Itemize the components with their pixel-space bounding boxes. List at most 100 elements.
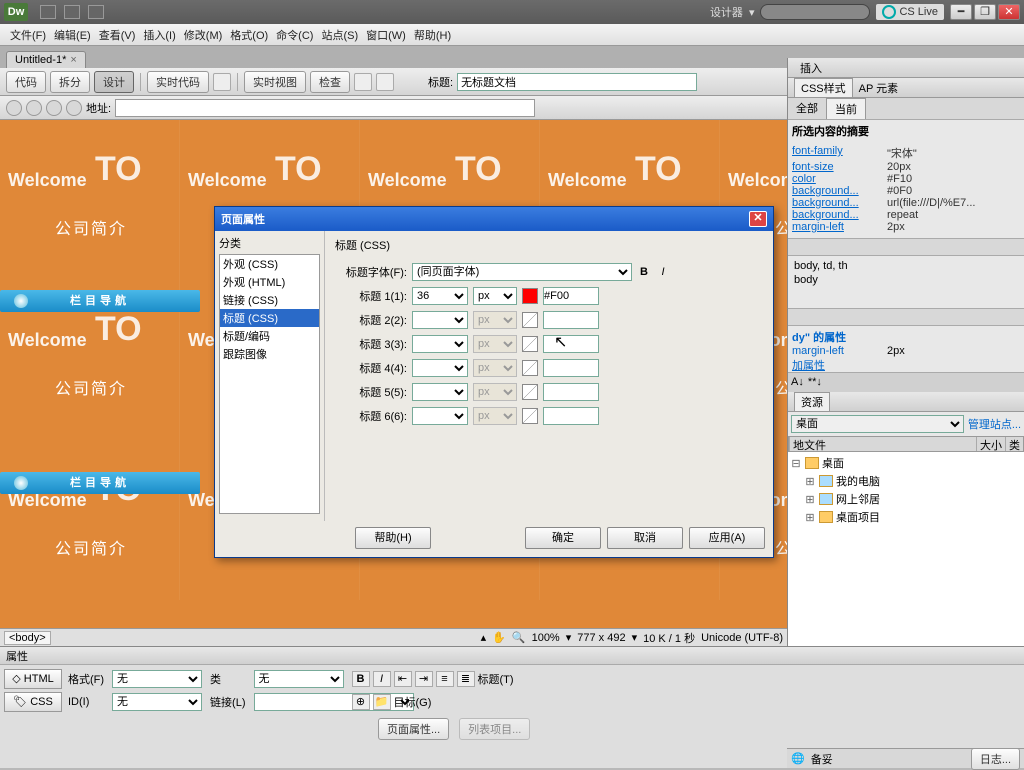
zoom-icon[interactable]: 🔍: [512, 631, 526, 644]
heading-color-input[interactable]: [543, 335, 599, 353]
title-font-select[interactable]: (同页面字体): [412, 263, 632, 281]
heading-size-select[interactable]: [412, 335, 468, 353]
category-item[interactable]: 外观 (CSS): [220, 255, 319, 273]
file-tree[interactable]: ⊟桌面⊞我的电脑⊞网上邻居⊞桌面项目: [788, 452, 1024, 662]
dialog-close-button[interactable]: ✕: [749, 211, 767, 227]
tree-node[interactable]: ⊞我的电脑: [790, 472, 1022, 490]
properties-title[interactable]: 属性: [0, 647, 1024, 665]
heading-color-input[interactable]: [543, 383, 599, 401]
color-swatch[interactable]: [522, 312, 538, 328]
multiscreen-icon[interactable]: [354, 73, 372, 91]
refresh-icon[interactable]: [213, 73, 231, 91]
dimensions[interactable]: 777 x 492: [577, 632, 625, 644]
link-point-icon[interactable]: ⊕: [352, 694, 370, 710]
heading-size-select[interactable]: 36: [412, 287, 468, 305]
menu-edit[interactable]: 编辑(E): [50, 27, 95, 43]
css-current-button[interactable]: 当前: [826, 98, 866, 119]
indent-icon[interactable]: ⇥: [415, 671, 433, 687]
css-mode-button[interactable]: 🏷 CSS: [4, 692, 62, 712]
live-view-button[interactable]: 实时视图: [244, 71, 306, 93]
heading-size-select[interactable]: [412, 359, 468, 377]
insert-panel-tab[interactable]: 插入: [788, 58, 1024, 78]
add-property-link[interactable]: 加属性: [792, 357, 1020, 373]
inspect-button[interactable]: 检查: [310, 71, 350, 93]
home-icon[interactable]: [66, 100, 82, 116]
category-item[interactable]: 链接 (CSS): [220, 291, 319, 309]
bold-icon[interactable]: B: [352, 671, 370, 687]
menu-window[interactable]: 窗口(W): [362, 27, 410, 43]
menu-view[interactable]: 查看(V): [95, 27, 140, 43]
italic-icon[interactable]: I: [373, 671, 391, 687]
layout-switcher[interactable]: [40, 5, 104, 19]
apply-button[interactable]: 应用(A): [689, 527, 765, 549]
category-item[interactable]: 标题/编码: [220, 327, 319, 345]
code-view-button[interactable]: 代码: [6, 71, 46, 93]
cslive-button[interactable]: CS Live: [876, 4, 944, 20]
live-code-button[interactable]: 实时代码: [147, 71, 209, 93]
category-item[interactable]: 外观 (HTML): [220, 273, 319, 291]
heading-size-select[interactable]: [412, 383, 468, 401]
assets-tab[interactable]: 资源: [794, 392, 830, 411]
hand-icon[interactable]: ✋: [492, 631, 506, 644]
menu-modify[interactable]: 修改(M): [180, 27, 227, 43]
split-view-button[interactable]: 拆分: [50, 71, 90, 93]
heading-size-select[interactable]: [412, 311, 468, 329]
category-list[interactable]: 外观 (CSS)外观 (HTML)链接 (CSS)标题 (CSS)标题/编码跟踪…: [219, 254, 320, 514]
heading-unit-select[interactable]: px: [473, 287, 517, 305]
close-icon[interactable]: ×: [70, 54, 76, 66]
pointer-icon[interactable]: ▴: [481, 631, 487, 644]
design-view-button[interactable]: 设计: [94, 71, 134, 93]
tree-node[interactable]: ⊞网上邻居: [790, 490, 1022, 508]
menu-file[interactable]: 文件(F): [6, 27, 50, 43]
color-swatch[interactable]: [522, 360, 538, 376]
cancel-button[interactable]: 取消: [607, 527, 683, 549]
stop-icon[interactable]: [46, 100, 62, 116]
ul-icon[interactable]: ≡: [436, 671, 454, 687]
ap-elements-tab[interactable]: AP 元素: [853, 79, 905, 97]
globe-icon[interactable]: 🌐: [791, 752, 805, 765]
italic-icon[interactable]: I: [656, 266, 670, 278]
heading-size-select[interactable]: [412, 407, 468, 425]
ok-button[interactable]: 确定: [525, 527, 601, 549]
css-mini-toolbar[interactable]: [788, 238, 1024, 256]
css-styles-tab[interactable]: CSS样式: [794, 78, 853, 97]
page-properties-button[interactable]: 页面属性...: [378, 718, 449, 740]
tree-node[interactable]: ⊟桌面: [790, 454, 1022, 472]
css-mini-toolbar[interactable]: [788, 308, 1024, 326]
site-select[interactable]: 桌面: [791, 415, 964, 433]
dialog-titlebar[interactable]: 页面属性 ✕: [215, 207, 773, 231]
help-button[interactable]: 帮助(H): [355, 527, 431, 549]
outdent-icon[interactable]: ⇤: [394, 671, 412, 687]
document-title-input[interactable]: [457, 73, 697, 91]
tag-selector[interactable]: <body>: [4, 631, 51, 645]
color-swatch[interactable]: [522, 288, 538, 304]
css-properties[interactable]: dy" 的属性 margin-left2px 加属性: [788, 326, 1024, 372]
bold-icon[interactable]: B: [637, 266, 651, 278]
heading-color-input[interactable]: [543, 287, 599, 305]
id-select[interactable]: 无: [112, 693, 202, 711]
css-summary-list[interactable]: font-family"宋体"font-size20pxcolor#F10bac…: [788, 142, 1024, 238]
document-tab[interactable]: Untitled-1* ×: [6, 51, 86, 68]
address-input[interactable]: [115, 99, 535, 117]
maximize-button[interactable]: ❐: [974, 4, 996, 20]
menu-insert[interactable]: 插入(I): [139, 27, 179, 43]
heading-color-input[interactable]: [543, 311, 599, 329]
css-rules-list[interactable]: body, td, thbody: [788, 256, 1024, 308]
color-swatch[interactable]: [522, 408, 538, 424]
heading-color-input[interactable]: [543, 407, 599, 425]
css-sort-bar[interactable]: A↓**↓: [788, 372, 1024, 390]
forward-icon[interactable]: [26, 100, 42, 116]
menu-site[interactable]: 站点(S): [317, 27, 362, 43]
color-swatch[interactable]: [522, 336, 538, 352]
heading-color-input[interactable]: [543, 359, 599, 377]
ol-icon[interactable]: ≣: [457, 671, 475, 687]
search-input[interactable]: [760, 4, 870, 20]
visual-aids-icon[interactable]: [376, 73, 394, 91]
category-item[interactable]: 跟踪图像: [220, 345, 319, 363]
class-select[interactable]: 无: [254, 670, 344, 688]
css-all-button[interactable]: 全部: [788, 98, 826, 119]
category-item[interactable]: 标题 (CSS): [220, 309, 319, 327]
manage-sites-link[interactable]: 管理站点...: [968, 416, 1021, 432]
log-button[interactable]: 日志...: [971, 748, 1020, 770]
menu-commands[interactable]: 命令(C): [272, 27, 317, 43]
